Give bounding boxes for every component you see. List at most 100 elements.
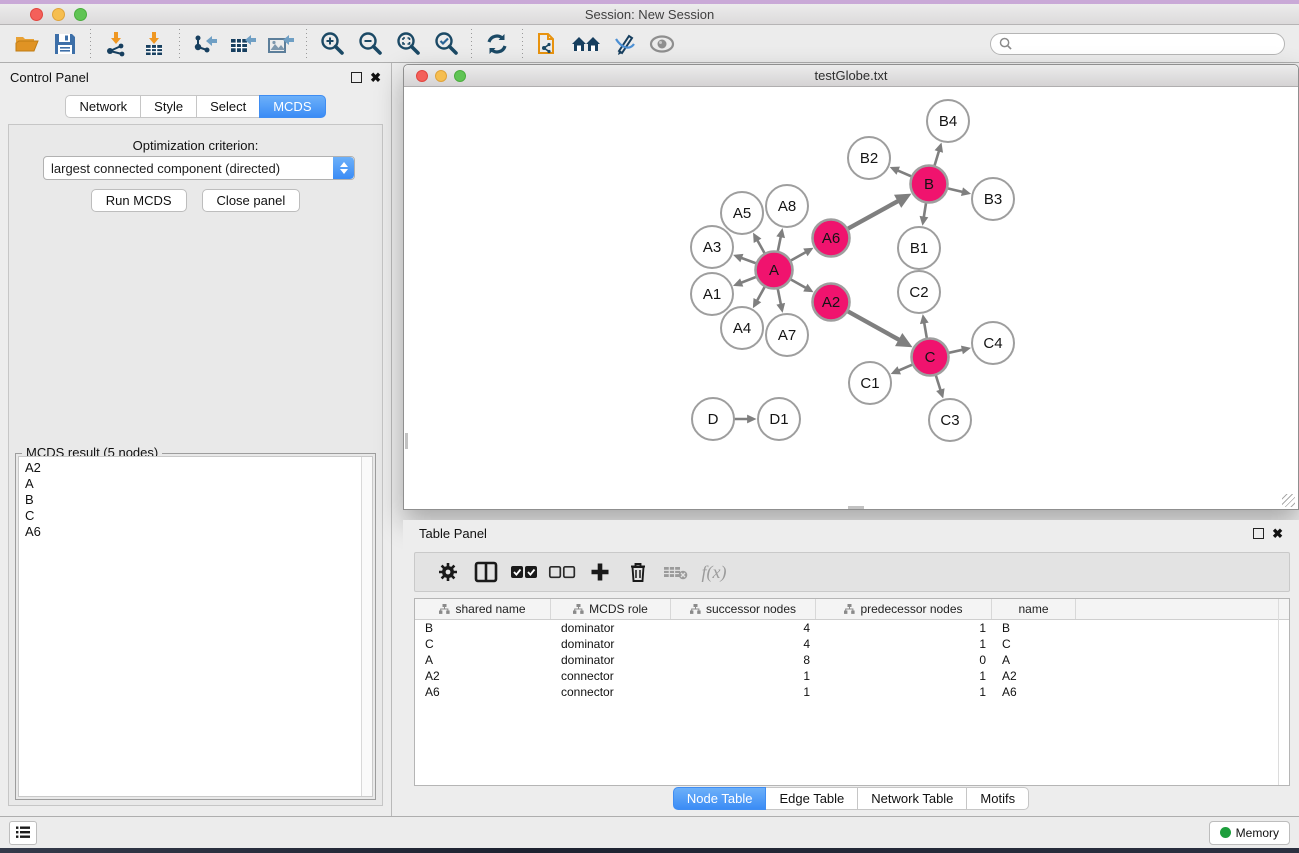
export-image-button[interactable] xyxy=(262,28,300,60)
network-window-titlebar[interactable]: testGlobe.txt xyxy=(404,65,1298,87)
scrollbar-track[interactable] xyxy=(361,457,372,796)
zoom-in-button[interactable] xyxy=(313,28,351,60)
graph-node-A7[interactable]: A7 xyxy=(766,314,808,356)
cell-MCDS-role[interactable]: dominator xyxy=(551,637,671,651)
cell-name[interactable]: C xyxy=(992,637,1076,651)
show-hide-button[interactable] xyxy=(643,28,681,60)
table-row[interactable]: A2connector11A2 xyxy=(415,668,1289,684)
tab-select[interactable]: Select xyxy=(196,95,260,118)
network-canvas[interactable]: B4B2BB3A8A5A6A3B1AC2A1A2A4A7C4CC1C3DD1 xyxy=(405,88,1297,509)
add-column-button[interactable] xyxy=(581,555,619,589)
graph-node-A[interactable]: A xyxy=(756,252,793,289)
tab-network[interactable]: Network xyxy=(65,95,141,118)
mcds-result-item[interactable]: A6 xyxy=(25,524,366,540)
tab-mcds[interactable]: MCDS xyxy=(259,95,325,118)
cell-successor-nodes[interactable]: 1 xyxy=(671,669,816,683)
tab-network-table[interactable]: Network Table xyxy=(857,787,967,810)
refresh-button[interactable] xyxy=(478,28,516,60)
graph-node-D[interactable]: D xyxy=(692,398,734,440)
delete-column-button[interactable] xyxy=(619,555,657,589)
graph-node-C4[interactable]: C4 xyxy=(972,322,1014,364)
graph-node-C1[interactable]: C1 xyxy=(849,362,891,404)
mcds-result-item[interactable]: A2 xyxy=(25,460,366,476)
table-row[interactable]: Cdominator41C xyxy=(415,636,1289,652)
graph-node-A8[interactable]: A8 xyxy=(766,185,808,227)
graph-node-A3[interactable]: A3 xyxy=(691,226,733,268)
cell-predecessor-nodes[interactable]: 0 xyxy=(816,653,992,667)
cell-successor-nodes[interactable]: 8 xyxy=(671,653,816,667)
graph-node-B4[interactable]: B4 xyxy=(927,100,969,142)
cell-shared-name[interactable]: A2 xyxy=(415,669,551,683)
import-network-button[interactable] xyxy=(97,28,135,60)
tab-motifs[interactable]: Motifs xyxy=(966,787,1029,810)
hide-annotations-button[interactable] xyxy=(605,28,643,60)
optimization-criterion-select[interactable]: largest connected component (directed) xyxy=(43,156,355,180)
graph-node-C3[interactable]: C3 xyxy=(929,399,971,441)
close-table-panel-icon[interactable]: ✖ xyxy=(1272,528,1283,539)
graph-node-B[interactable]: B xyxy=(911,166,948,203)
cell-shared-name[interactable]: A6 xyxy=(415,685,551,699)
cell-name[interactable]: A xyxy=(992,653,1076,667)
import-table-button[interactable] xyxy=(135,28,173,60)
network-graph[interactable]: B4B2BB3A8A5A6A3B1AC2A1A2A4A7C4CC1C3DD1 xyxy=(405,88,1297,509)
cell-successor-nodes[interactable]: 1 xyxy=(671,685,816,699)
table-settings-button[interactable] xyxy=(429,555,467,589)
cell-predecessor-nodes[interactable]: 1 xyxy=(816,621,992,635)
show-columns-button[interactable] xyxy=(467,555,505,589)
function-builder-button[interactable]: f(x) xyxy=(695,555,733,589)
table-row[interactable]: Adominator80A xyxy=(415,652,1289,668)
select-all-button[interactable] xyxy=(505,555,543,589)
delete-table-button[interactable] xyxy=(657,555,695,589)
task-history-button[interactable] xyxy=(9,821,37,845)
graph-node-B3[interactable]: B3 xyxy=(972,178,1014,220)
cell-name[interactable]: A6 xyxy=(992,685,1076,699)
table-row[interactable]: Bdominator41B xyxy=(415,620,1289,636)
search-field[interactable] xyxy=(990,33,1285,55)
save-session-button[interactable] xyxy=(46,28,84,60)
tab-style[interactable]: Style xyxy=(140,95,197,118)
graph-node-A1[interactable]: A1 xyxy=(691,273,733,315)
mcds-result-item[interactable]: B xyxy=(25,492,366,508)
column-header-successor-nodes[interactable]: successor nodes xyxy=(671,599,816,619)
float-panel-icon[interactable] xyxy=(351,72,362,83)
zoom-out-button[interactable] xyxy=(351,28,389,60)
mcds-result-item[interactable]: C xyxy=(25,508,366,524)
zoom-selected-button[interactable] xyxy=(427,28,465,60)
horizontal-scroll-indicator[interactable] xyxy=(848,506,864,509)
cell-shared-name[interactable]: C xyxy=(415,637,551,651)
graph-node-D1[interactable]: D1 xyxy=(758,398,800,440)
column-header-name[interactable]: name xyxy=(992,599,1076,619)
mcds-result-list[interactable]: A2ABCA6 xyxy=(18,456,373,797)
zoom-fit-button[interactable] xyxy=(389,28,427,60)
graph-node-A4[interactable]: A4 xyxy=(721,307,763,349)
graph-node-A6[interactable]: A6 xyxy=(813,220,850,257)
cell-name[interactable]: A2 xyxy=(992,669,1076,683)
close-panel-icon[interactable]: ✖ xyxy=(370,72,381,83)
tab-node-table[interactable]: Node Table xyxy=(673,787,767,810)
cell-successor-nodes[interactable]: 4 xyxy=(671,621,816,635)
graph-node-A2[interactable]: A2 xyxy=(813,284,850,321)
vertical-scroll-indicator[interactable] xyxy=(405,433,408,449)
graph-node-C2[interactable]: C2 xyxy=(898,271,940,313)
run-mcds-button[interactable]: Run MCDS xyxy=(91,189,187,212)
home-first-neighbors-button[interactable] xyxy=(567,28,605,60)
table-row[interactable]: A6connector11A6 xyxy=(415,684,1289,700)
graph-node-C[interactable]: C xyxy=(912,339,949,376)
search-input[interactable] xyxy=(1017,37,1276,51)
deselect-all-button[interactable] xyxy=(543,555,581,589)
float-table-panel-icon[interactable] xyxy=(1253,528,1264,539)
column-header-MCDS-role[interactable]: MCDS role xyxy=(551,599,671,619)
new-network-button[interactable] xyxy=(529,28,567,60)
graph-node-B2[interactable]: B2 xyxy=(848,137,890,179)
open-session-button[interactable] xyxy=(8,28,46,60)
cell-MCDS-role[interactable]: dominator xyxy=(551,621,671,635)
cell-MCDS-role[interactable]: connector xyxy=(551,669,671,683)
cell-MCDS-role[interactable]: dominator xyxy=(551,653,671,667)
cell-successor-nodes[interactable]: 4 xyxy=(671,637,816,651)
cell-MCDS-role[interactable]: connector xyxy=(551,685,671,699)
cell-predecessor-nodes[interactable]: 1 xyxy=(816,685,992,699)
cell-shared-name[interactable]: B xyxy=(415,621,551,635)
tab-edge-table[interactable]: Edge Table xyxy=(765,787,858,810)
export-network-button[interactable] xyxy=(186,28,224,60)
resize-grip[interactable] xyxy=(1282,494,1295,507)
